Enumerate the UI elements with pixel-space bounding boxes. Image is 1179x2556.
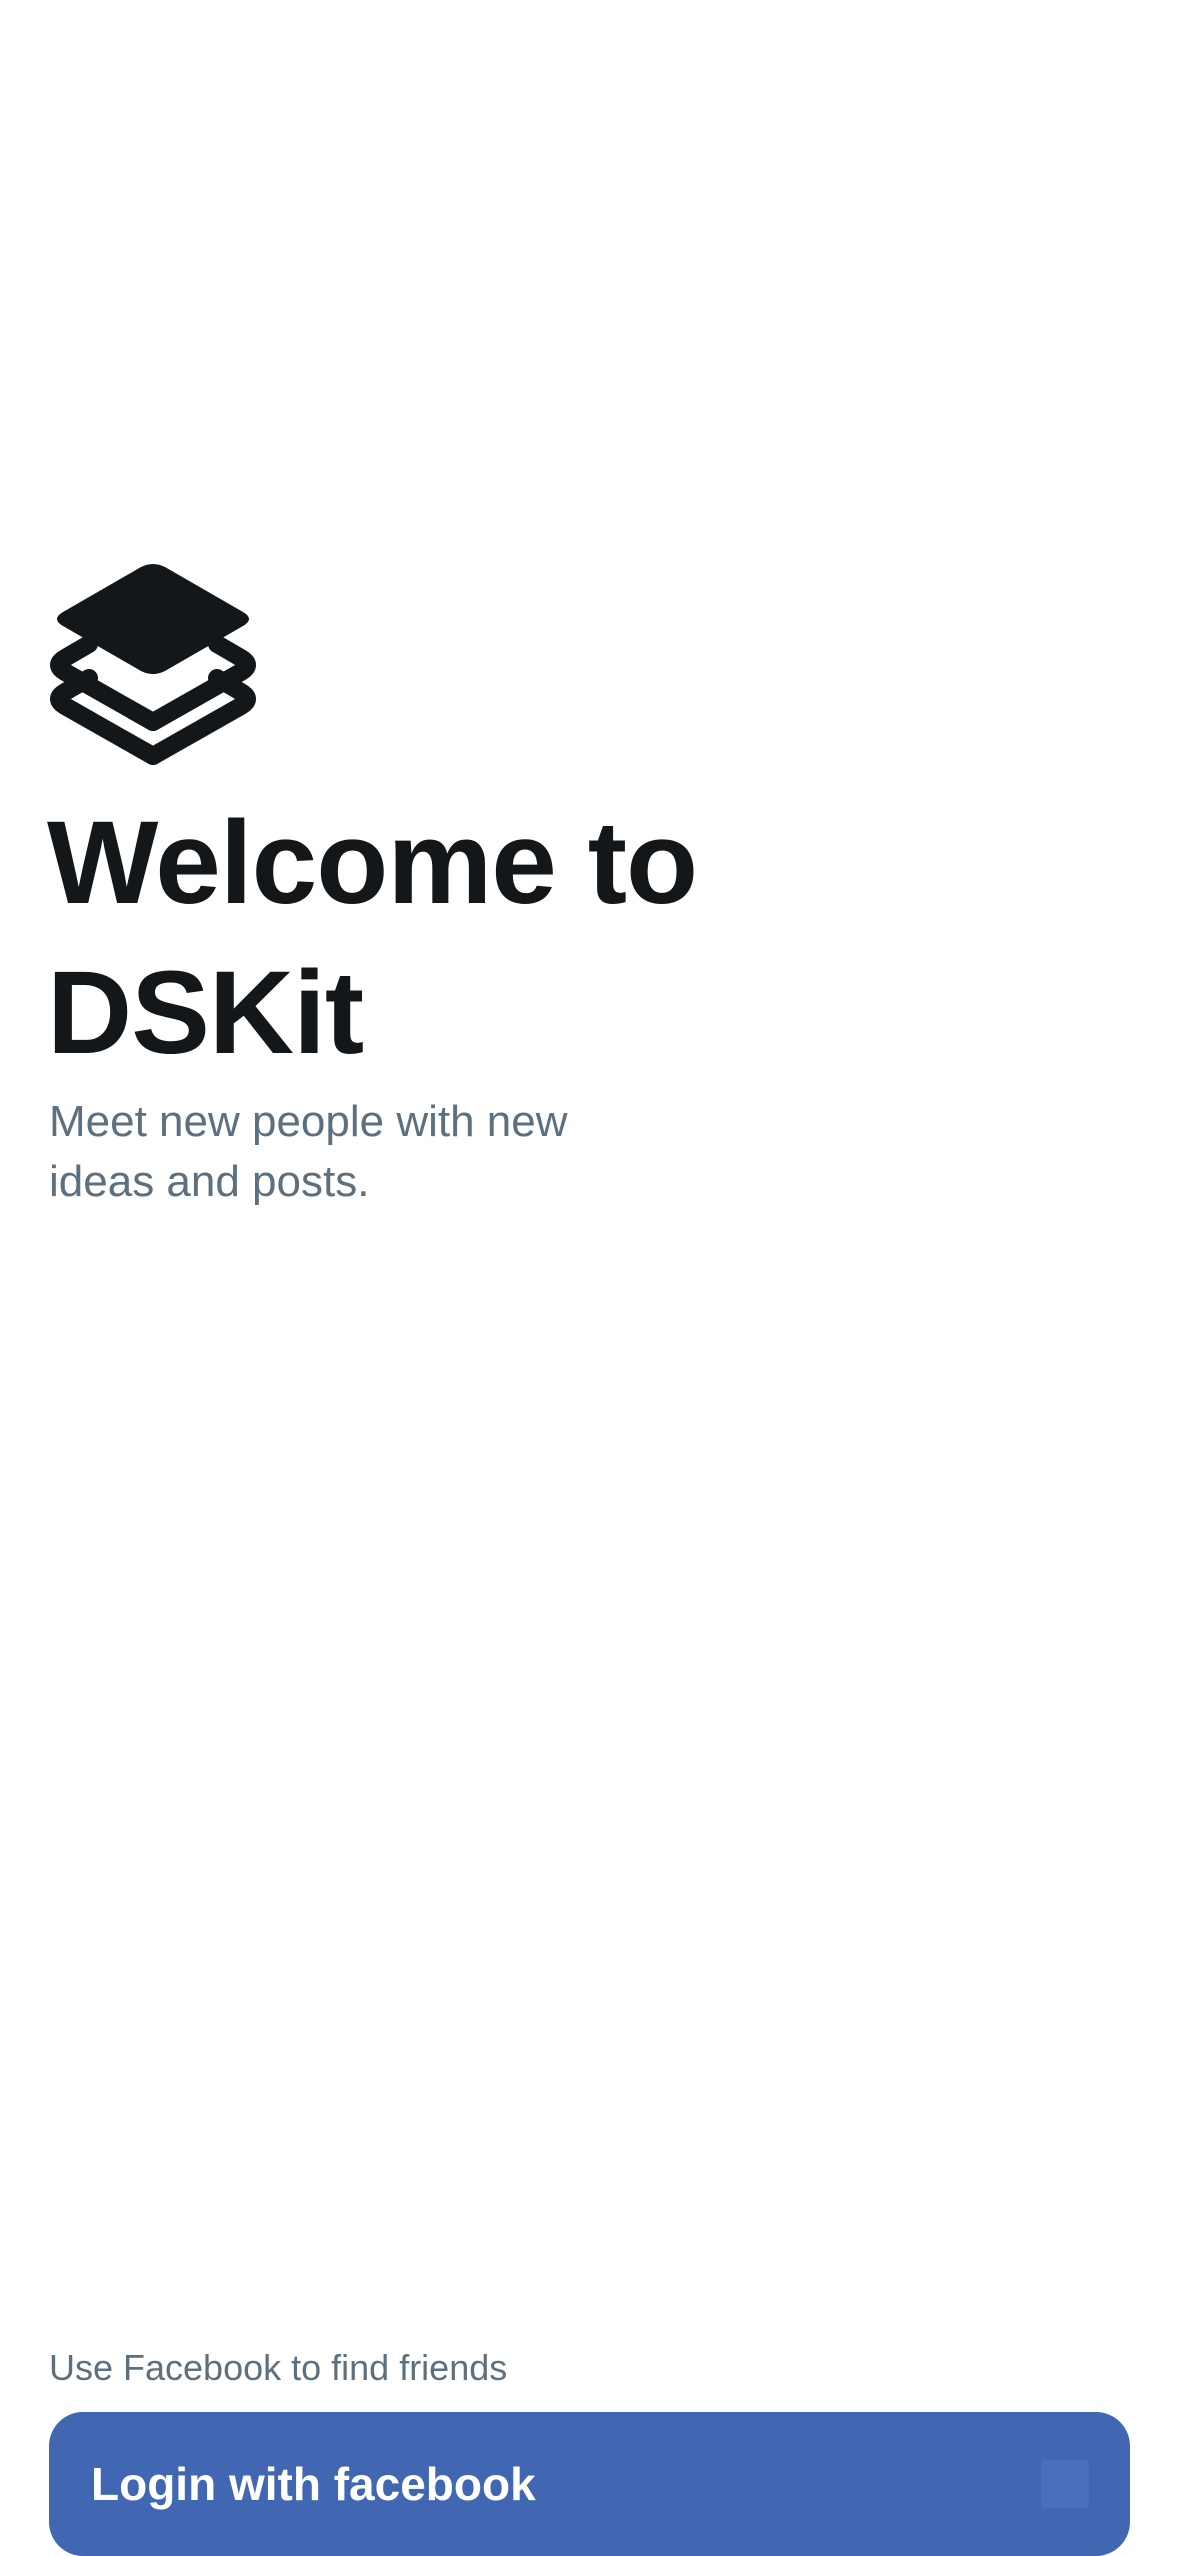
title-line-1: Welcome to (47, 797, 698, 929)
layers-icon (50, 564, 256, 765)
title-line-2: DSKit (47, 947, 364, 1079)
page-title: Welcome to DSKit (47, 788, 947, 1088)
subtitle-line-1: Meet new people with new (49, 1097, 568, 1146)
facebook-hint: Use Facebook to find friends (49, 2347, 508, 2388)
subtitle-line-2: ideas and posts. (49, 1157, 370, 1206)
facebook-icon (1041, 2460, 1089, 2508)
login-with-facebook-button[interactable]: Login with facebook (49, 2412, 1130, 2556)
welcome-subtitle: Meet new people with new ideas and posts… (49, 1092, 689, 1212)
login-button-label: Login with facebook (91, 2458, 536, 2510)
